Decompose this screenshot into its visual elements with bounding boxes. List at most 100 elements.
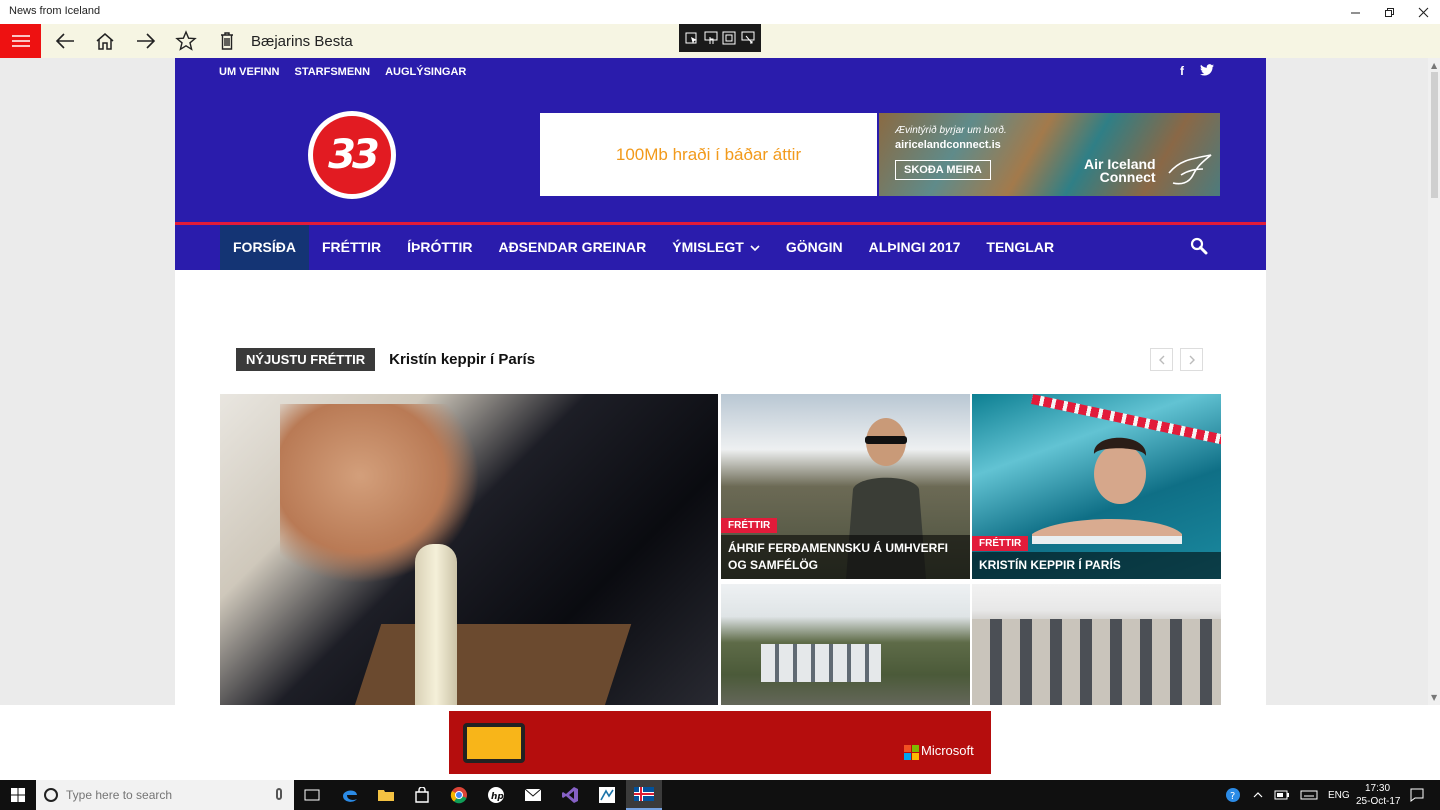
tile-category-tag[interactable]: FRÉTTIR [721,518,778,533]
banner-ad-internet[interactable]: 100Mb hraði í báðar áttir [540,113,877,196]
chevron-right-icon [1189,355,1195,364]
logo-text: 33 [328,132,380,178]
site-logo[interactable]: 33 [308,111,396,199]
ms-logo-blue [904,753,911,760]
ms-logo-yellow [912,753,919,760]
back-button[interactable] [52,28,78,54]
task-view-button[interactable] [294,780,330,810]
taskbar-app-sway[interactable] [589,780,625,810]
task-view-icon [304,789,320,801]
featured-articles: FRÉTTIR ÁHRIF FERÐAMENNSKU Á UMHVERFI OG… [220,394,1221,705]
topnav-about[interactable]: UM VEFINN [219,66,280,78]
restore-button[interactable] [1372,0,1406,24]
twitter-icon[interactable] [1200,64,1214,76]
article-tile-tourism[interactable]: FRÉTTIR ÁHRIF FERÐAMENNSKU Á UMHVERFI OG… [721,394,970,579]
chevron-down-icon [750,244,760,251]
tile-category-tag[interactable]: FRÉTTIR [972,536,1029,551]
notifications-icon[interactable] [1410,788,1424,802]
minimize-button[interactable] [1338,0,1372,24]
nav-links[interactable]: TENGLAR [973,225,1067,270]
favorite-button[interactable] [173,28,199,54]
battery-icon[interactable] [1274,790,1290,800]
nav-news[interactable]: FRÉTTIR [309,225,394,270]
nav-misc[interactable]: ÝMISLEGT [659,225,773,270]
language-indicator[interactable]: ENG [1328,790,1350,801]
featured-article-large[interactable] [220,394,718,705]
article-tile-kristin[interactable]: FRÉTTIR KRISTÍN KEPPIR Í PARÍS [972,394,1221,579]
taskbar-app-visual-studio[interactable] [552,780,588,810]
tile-title[interactable]: KRISTÍN KEPPIR Í PARÍS [972,552,1221,579]
window-title: News from Iceland [9,5,101,17]
scrollbar-thumb[interactable] [1431,72,1438,198]
inspect-tool-button[interactable] [741,31,755,45]
taskbar-search-input[interactable] [66,787,266,803]
nav-sports[interactable]: ÍÞRÓTTIR [394,225,485,270]
keyboard-icon[interactable] [1300,790,1318,800]
taskbar-app-news-from-iceland[interactable] [626,780,662,810]
nav-tunnel[interactable]: GÖNGIN [773,225,856,270]
forward-arrow-icon [137,33,156,49]
inspect-icon [741,31,755,44]
taskbar-app-chrome[interactable] [441,780,477,810]
home-button[interactable] [92,28,118,54]
facebook-icon[interactable]: f [1180,64,1184,78]
cortana-icon [44,788,58,802]
clock-date[interactable]: 25-Oct-17 [1356,796,1400,807]
taskbar-app-edge[interactable] [332,780,368,810]
touch-tool-button[interactable] [704,31,718,45]
taskbar-app-mail[interactable] [515,780,551,810]
ad-brand: Air Iceland Connect [1084,157,1156,184]
taskbar-app-store[interactable] [404,780,440,810]
nav-parliament[interactable]: ALÞINGI 2017 [856,225,974,270]
scroll-down-icon[interactable]: ▼ [1431,693,1437,702]
nav-home[interactable]: FORSÍÐA [220,225,309,270]
trash-icon [221,32,233,50]
taskbar-app-explorer[interactable] [368,780,404,810]
chevron-up-icon[interactable] [1253,791,1263,799]
microphone-icon[interactable] [276,788,282,800]
topnav-ads[interactable]: AUGLÝSINGAR [385,66,466,78]
layout-tool-button[interactable] [722,31,736,45]
hp-logo-icon: hp [488,787,504,803]
microsoft-banner-ad[interactable]: Microsoft [449,711,991,774]
hamburger-menu-icon [11,35,30,47]
ad-see-more-button[interactable]: SKOÐA MEIRA [895,160,991,180]
article-image-hotel-building [972,619,1221,705]
select-tool-button[interactable] [685,31,699,45]
nav-opinion[interactable]: AÐSENDAR GREINAR [485,225,659,270]
star-icon [175,30,197,51]
news-ticker: NÝJUSTU FRÉTTIR Kristín keppir í París [236,348,535,371]
article-tile-hotel[interactable] [972,584,1221,705]
taskbar-app-hp[interactable]: hp [478,780,514,810]
tile-title[interactable]: ÁHRIF FERÐAMENNSKU Á UMHVERFI OG SAMFÉLÖ… [721,535,970,579]
close-window-button[interactable] [1406,0,1440,24]
forward-button[interactable] [133,28,159,54]
restore-icon [1384,7,1394,17]
document-app-icon [599,787,615,803]
clock-time[interactable]: 17:30 [1365,783,1390,794]
minimize-icon [1350,12,1360,13]
hamburger-menu-button[interactable] [0,24,41,58]
site-header: UM VEFINN STARFSMENN AUGLÝSINGAR f 33 10… [175,58,1266,270]
start-button[interactable] [0,780,36,810]
website: UM VEFINN STARFSMENN AUGLÝSINGAR f 33 10… [175,58,1266,705]
topnav-staff[interactable]: STARFSMENN [295,66,371,78]
delete-button[interactable] [214,28,240,54]
article-image-hut [761,644,881,682]
nav-misc-label: ÝMISLEGT [672,239,744,255]
ticker-controls [1150,348,1203,371]
article-tile-building-hut[interactable] [721,584,970,705]
ms-logo-green [912,745,919,752]
ticker-prev-button[interactable] [1150,348,1173,371]
page-scrollbar[interactable]: ▲ ▼ [1428,58,1440,705]
scroll-up-icon[interactable]: ▲ [1431,61,1437,70]
ad-brand-name: Microsoft [921,743,974,758]
ticker-next-button[interactable] [1180,348,1203,371]
home-icon [96,33,114,50]
help-tray-icon[interactable]: ? [1225,787,1241,803]
taskbar-search[interactable] [36,780,294,810]
banner-ad-air-iceland[interactable]: Ævintýrið byrjar um borð. airicelandconn… [879,113,1220,196]
search-icon[interactable] [1190,237,1208,255]
cursor-select-icon [685,32,698,44]
ticker-headline[interactable]: Kristín keppir í París [389,351,535,368]
